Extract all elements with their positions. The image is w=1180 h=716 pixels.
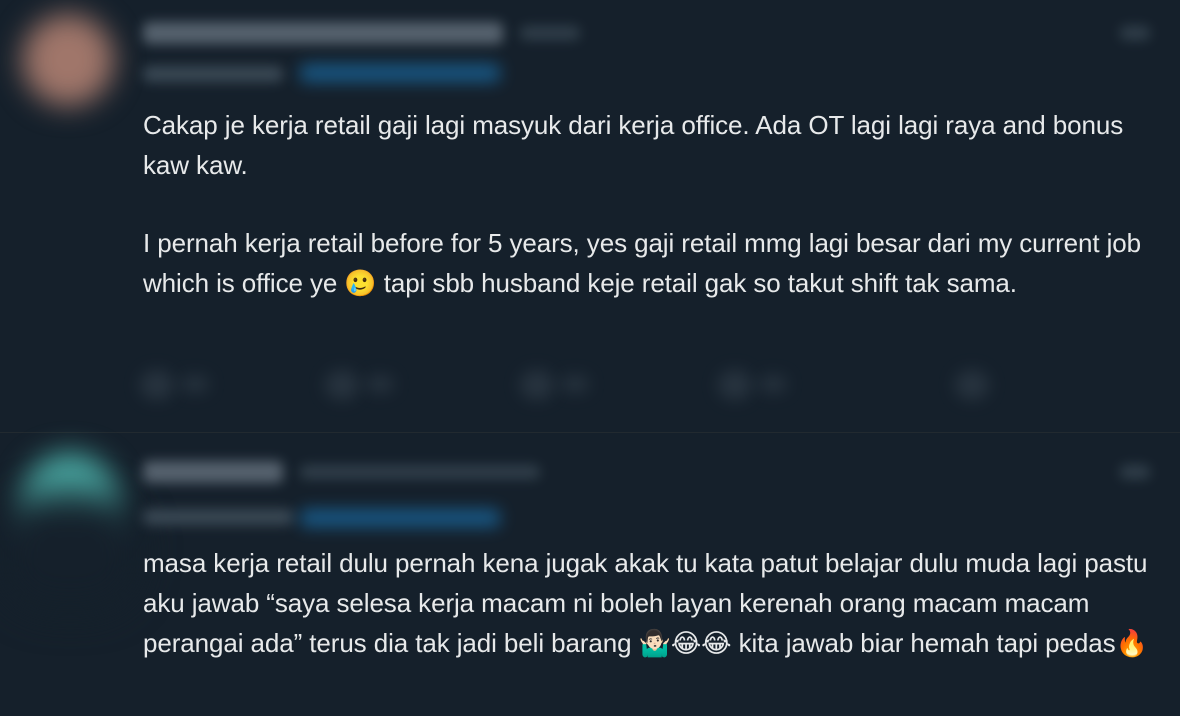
author-handle[interactable]	[143, 66, 283, 82]
tweet-paragraph: Cakap je kerja retail gaji lagi masyuk d…	[143, 110, 1124, 180]
author-name[interactable]	[143, 461, 283, 483]
tweet-text: Cakap je kerja retail gaji lagi masyuk d…	[143, 105, 1163, 303]
more-icon[interactable]	[300, 465, 540, 479]
replying-to-link[interactable]	[300, 509, 500, 527]
tweet-2[interactable]: masa kerja retail dulu pernah kena jugak…	[0, 433, 1180, 716]
replying-to-label	[143, 509, 293, 525]
more-icon[interactable]	[520, 26, 580, 40]
reply-icon[interactable]	[140, 370, 174, 400]
share-icon[interactable]	[955, 370, 989, 400]
more-icon[interactable]	[1120, 465, 1150, 479]
avatar-blur-overlay	[0, 493, 140, 613]
reply-count	[182, 376, 208, 392]
tweet-paragraph: masa kerja retail dulu pernah kena jugak…	[143, 548, 1148, 658]
action-bar	[140, 360, 1020, 410]
views-icon[interactable]	[718, 370, 752, 400]
more-icon[interactable]	[1120, 26, 1150, 40]
avatar[interactable]	[22, 14, 114, 106]
views-count	[760, 376, 786, 392]
retweet-icon[interactable]	[325, 370, 359, 400]
like-icon[interactable]	[520, 370, 554, 400]
replying-to-link[interactable]	[300, 64, 500, 82]
tweet-paragraph: I pernah kerja retail before for 5 years…	[143, 228, 1142, 298]
author-name[interactable]	[143, 22, 503, 44]
like-count	[562, 376, 588, 392]
tweet-text: masa kerja retail dulu pernah kena jugak…	[143, 543, 1163, 663]
retweet-count	[367, 376, 393, 392]
tweet-1[interactable]: Cakap je kerja retail gaji lagi masyuk d…	[0, 0, 1180, 432]
